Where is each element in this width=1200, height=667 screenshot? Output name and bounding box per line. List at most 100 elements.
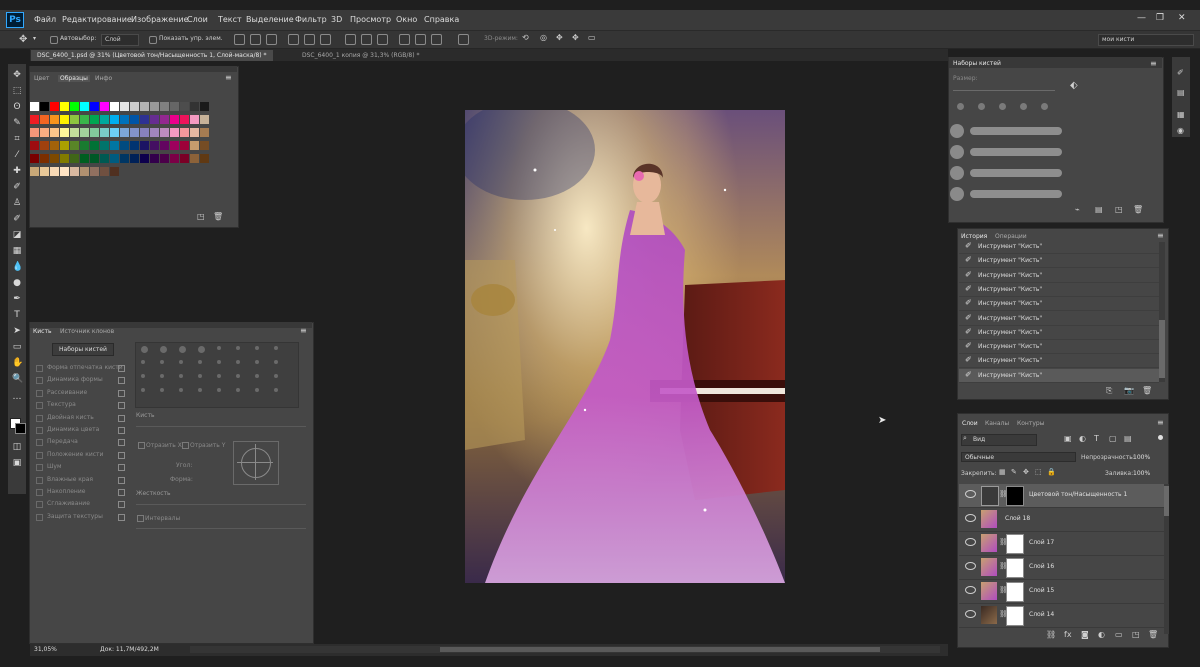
layer-style-icon[interactable]: fx [1064, 630, 1072, 639]
color-swatch[interactable] [190, 115, 199, 124]
brush-option-checkbox[interactable] [36, 476, 43, 484]
hand-tool-icon[interactable]: ✋ [12, 358, 23, 368]
color-swatch[interactable] [180, 141, 189, 150]
pen-tool-icon[interactable]: ✒ [12, 294, 22, 304]
adjustment-layer-icon[interactable] [981, 486, 999, 506]
color-swatch[interactable] [60, 167, 69, 176]
brush-option-checkbox[interactable] [36, 439, 43, 447]
layer-thumbnail[interactable] [981, 510, 997, 528]
color-swatch[interactable] [30, 154, 39, 163]
color-swatch[interactable] [180, 115, 189, 124]
color-swatch[interactable] [80, 141, 89, 150]
color-swatch[interactable] [140, 115, 149, 124]
size-slider[interactable] [136, 426, 306, 427]
distribute-center-icon[interactable] [415, 34, 426, 45]
color-swatch[interactable] [40, 115, 49, 124]
photoshop-logo-icon[interactable]: Ps [6, 12, 24, 28]
brush-option-checkbox[interactable] [36, 389, 43, 397]
color-swatch[interactable] [130, 128, 139, 137]
flip-y-checkbox[interactable] [182, 442, 189, 449]
lock-icon[interactable] [118, 439, 125, 447]
trash-icon[interactable]: 🗑 [1148, 630, 1158, 639]
color-swatch[interactable] [120, 154, 129, 163]
brush-preset-tip[interactable] [950, 124, 964, 138]
tab-history[interactable]: История [961, 233, 987, 240]
brush-tip[interactable] [179, 346, 186, 353]
brush-tip[interactable] [217, 346, 221, 350]
color-swatch[interactable] [30, 102, 39, 111]
hardness-slider[interactable] [136, 504, 306, 505]
document-canvas[interactable] [465, 110, 785, 583]
layer-mask-thumbnail[interactable] [1006, 534, 1024, 554]
lock-artboard-icon[interactable]: ⬚ [1035, 468, 1042, 476]
lock-icon[interactable] [118, 389, 125, 397]
brush-tip[interactable] [255, 346, 259, 350]
color-swatch[interactable] [30, 115, 39, 124]
autoselect-checkbox[interactable] [50, 36, 58, 44]
brush-option-label[interactable]: Влажные края [47, 476, 93, 483]
lock-icon[interactable] [118, 501, 125, 509]
distribute-middle-icon[interactable] [361, 34, 372, 45]
tab-channels[interactable]: Каналы [985, 420, 1009, 427]
healing-tool-icon[interactable]: ✚ [12, 166, 22, 176]
color-swatch[interactable] [150, 141, 159, 150]
move-tool-icon[interactable]: ✥ [12, 70, 22, 80]
brush-tip[interactable] [274, 346, 278, 350]
brush-preset-dot[interactable] [957, 103, 964, 110]
brush-option-checkbox[interactable] [36, 427, 43, 434]
color-swatch[interactable] [50, 154, 59, 163]
panel-menu-icon[interactable]: ≡ [1157, 231, 1164, 240]
color-swatch[interactable] [120, 102, 129, 111]
color-swatch[interactable] [150, 128, 159, 137]
color-swatch[interactable] [80, 115, 89, 124]
brush-preset-dot[interactable] [1041, 103, 1048, 110]
brush-option-checkbox[interactable] [36, 464, 43, 472]
color-swatch[interactable] [50, 115, 59, 124]
more-tools-icon[interactable]: … [12, 392, 22, 402]
color-swatch[interactable] [60, 128, 69, 137]
lasso-tool-icon[interactable]: ʘ [12, 102, 22, 112]
brush-tip[interactable] [255, 388, 259, 392]
tab-color[interactable]: Цвет [34, 75, 49, 82]
color-swatch[interactable] [170, 154, 179, 163]
history-scroll-thumb[interactable] [1159, 320, 1165, 378]
brush-tip[interactable] [179, 388, 183, 392]
brush-tip[interactable] [274, 374, 278, 378]
menu-item[interactable]: Выделение [246, 15, 294, 24]
color-swatch[interactable] [180, 128, 189, 137]
lock-icon[interactable] [118, 451, 125, 459]
brush-tip[interactable] [160, 374, 164, 378]
background-color-swatch[interactable] [15, 423, 26, 434]
color-swatch[interactable] [80, 154, 89, 163]
marquee-tool-icon[interactable]: ⬚ [12, 86, 22, 96]
color-swatch[interactable] [190, 154, 199, 163]
panel-menu-icon[interactable]: ≡ [300, 326, 307, 335]
brush-tip[interactable] [160, 388, 164, 392]
color-swatch[interactable] [110, 167, 119, 176]
color-swatch[interactable] [80, 128, 89, 137]
color-swatch[interactable] [150, 154, 159, 163]
color-swatch[interactable] [30, 128, 39, 137]
layer-row[interactable]: ⛓ Цветовой тон/Насыщенность 1 [959, 484, 1164, 508]
history-item[interactable]: ✐ Инструмент "Кисть" [959, 368, 1159, 383]
brush-tip[interactable] [179, 374, 183, 378]
fill-value[interactable]: 100% [1133, 470, 1150, 477]
3d-scale-icon[interactable]: ▭ [588, 33, 596, 42]
filter-smart-icon[interactable]: ▤ [1124, 434, 1132, 443]
doc-tab-active[interactable]: DSC_6400_1.psd @ 31% (Цветовой тон/Насыщ… [31, 50, 273, 61]
visibility-eye-icon[interactable] [965, 490, 976, 498]
show-controls-checkbox[interactable] [149, 36, 157, 44]
tab-layers[interactable]: Слои [962, 420, 978, 427]
color-swatch[interactable] [170, 128, 179, 137]
lock-icon[interactable] [118, 365, 125, 372]
color-swatch[interactable] [160, 102, 169, 111]
filter-type-icon[interactable]: T [1094, 434, 1099, 443]
layer-mask-thumbnail[interactable] [1006, 486, 1024, 506]
align-left-icon[interactable] [288, 34, 299, 45]
color-swatch[interactable] [50, 128, 59, 137]
brush-option-checkbox[interactable] [36, 402, 43, 410]
color-swatch[interactable] [40, 167, 49, 176]
workspace-dropdown[interactable]: мои кисти [1098, 34, 1194, 46]
color-swatch[interactable] [110, 128, 119, 137]
zoom-level[interactable]: 31,05% [34, 646, 57, 653]
